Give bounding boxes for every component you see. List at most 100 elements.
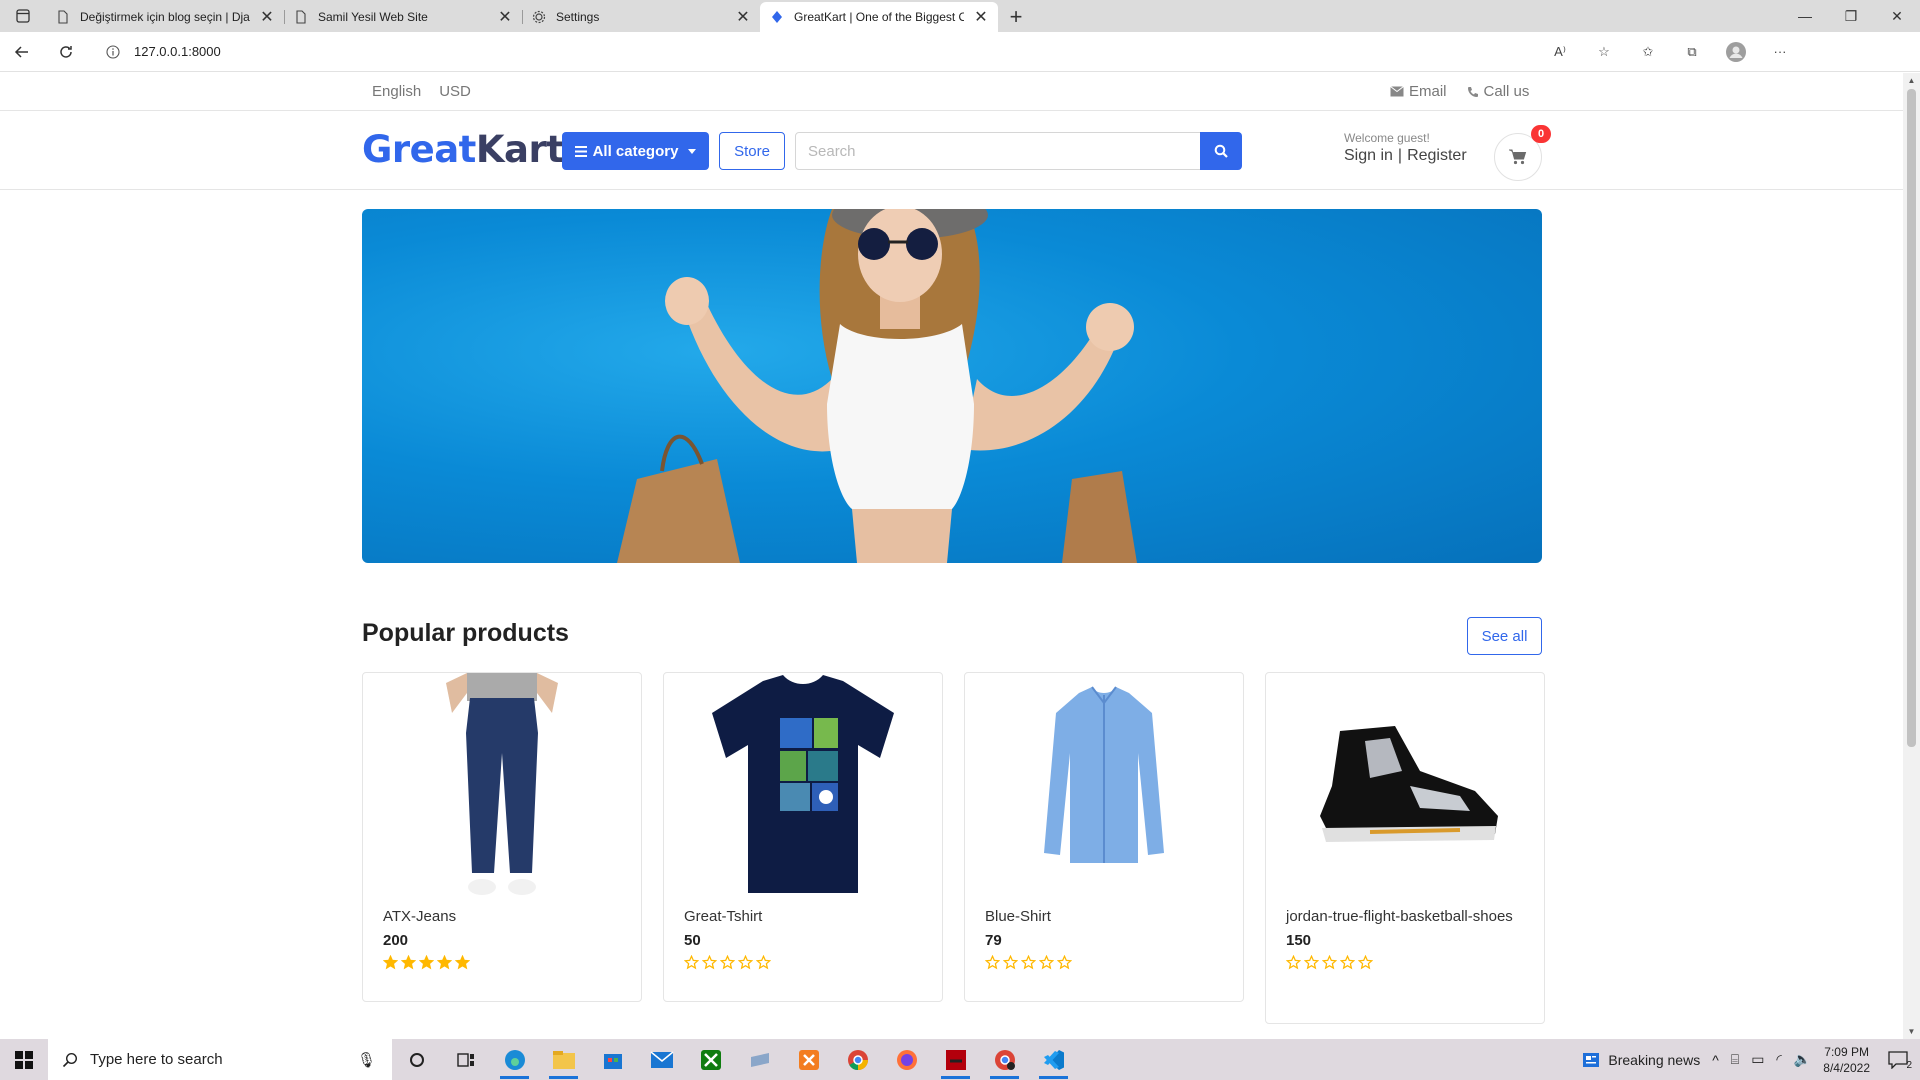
star-empty-icon [1057, 955, 1072, 970]
product-image[interactable] [363, 673, 641, 898]
product-image[interactable] [1266, 673, 1544, 898]
browser-tab[interactable]: Samil Yesil Web Site ✕ [284, 2, 522, 32]
arrow-left-icon [14, 45, 28, 58]
all-category-button[interactable]: All category [562, 132, 709, 170]
tab-title: Değiştirmek için blog seçin | Django [80, 10, 250, 24]
browser-tab[interactable]: Değiştirmek için blog seçin | Django ✕ [46, 2, 284, 32]
new-tab-button[interactable]: + [998, 2, 1034, 32]
volume-icon[interactable]: 🔈 [1794, 1051, 1811, 1068]
back-button[interactable] [0, 32, 44, 72]
language-selector[interactable]: English [372, 83, 421, 100]
star-empty-icon [1003, 955, 1018, 970]
profile-icon[interactable] [1714, 32, 1758, 72]
rating-stars [985, 955, 1223, 970]
product-image[interactable] [965, 673, 1243, 898]
product-card[interactable]: ATX-Jeans 200 [362, 672, 642, 1002]
product-name[interactable]: ATX-Jeans [383, 906, 621, 928]
wifi-icon[interactable]: ◜ [1776, 1051, 1781, 1068]
app-icon[interactable] [735, 1039, 784, 1080]
news-widget[interactable]: Breaking news [1582, 1052, 1700, 1068]
tab-title: GreatKart | One of the Biggest Online Sh… [794, 10, 964, 24]
restore-icon[interactable]: ❐ [1828, 0, 1874, 32]
scroll-up-icon[interactable]: ▲ [1907, 76, 1916, 85]
scroll-down-icon[interactable]: ▼ [1907, 1027, 1916, 1036]
product-image[interactable] [664, 673, 942, 898]
cortana-icon[interactable] [392, 1039, 441, 1080]
clock[interactable]: 7:09 PM 8/4/2022 [1823, 1044, 1870, 1076]
product-card[interactable]: Great-Tshirt 50 [663, 672, 943, 1002]
sign-in-link[interactable]: Sign in [1344, 147, 1393, 165]
close-icon[interactable]: ✕ [736, 7, 750, 27]
store-button[interactable]: Store [719, 132, 785, 170]
menu-icon [574, 145, 587, 157]
close-icon[interactable]: ✕ [498, 7, 512, 27]
filezilla-icon[interactable] [931, 1039, 980, 1080]
add-favorite-icon[interactable]: ☆ [1582, 32, 1626, 72]
chrome-profile-icon[interactable] [980, 1039, 1029, 1080]
firefox-icon[interactable] [882, 1039, 931, 1080]
product-name[interactable]: Great-Tshirt [684, 906, 922, 928]
close-icon[interactable]: ✕ [974, 7, 988, 27]
hero-banner[interactable] [362, 209, 1542, 563]
taskbar-search[interactable]: Type here to search 🎙 [48, 1039, 392, 1080]
collections-icon[interactable]: ⧉ [1670, 32, 1714, 72]
vscode-icon[interactable] [1029, 1039, 1078, 1080]
xbox-icon[interactable] [686, 1039, 735, 1080]
mail-icon[interactable] [637, 1039, 686, 1080]
start-button[interactable] [0, 1039, 48, 1080]
product-name[interactable]: jordan-true-flight-basketball-shoes [1286, 906, 1524, 928]
store-icon[interactable] [588, 1039, 637, 1080]
chrome-icon[interactable] [833, 1039, 882, 1080]
call-link[interactable]: Call us [1467, 83, 1530, 100]
shirt-image [1044, 686, 1164, 863]
search-input[interactable] [795, 132, 1201, 170]
product-price: 150 [1286, 932, 1312, 949]
task-view-icon[interactable] [441, 1039, 490, 1080]
read-aloud-icon[interactable]: A⁾ [1538, 32, 1582, 72]
close-icon[interactable]: ✕ [260, 7, 274, 27]
microphone-icon[interactable]: 🎙 [357, 1051, 376, 1069]
currency-selector[interactable]: USD [439, 83, 471, 100]
browser-tab-active[interactable]: GreatKart | One of the Biggest Online Sh… [760, 2, 998, 32]
star-empty-icon [1340, 955, 1355, 970]
file-explorer-icon[interactable] [539, 1039, 588, 1080]
star-empty-icon [738, 955, 753, 970]
envelope-icon [1390, 86, 1404, 97]
product-card[interactable]: Blue-Shirt 79 [964, 672, 1244, 1002]
site-logo[interactable]: GreatKart [362, 127, 564, 173]
register-link[interactable]: Register [1407, 147, 1467, 165]
windows-logo-icon [15, 1050, 33, 1069]
xampp-icon[interactable] [784, 1039, 833, 1080]
star-empty-icon [985, 955, 1000, 970]
battery-icon[interactable]: ▭ [1751, 1051, 1764, 1068]
reload-button[interactable] [44, 32, 88, 72]
chevron-up-icon[interactable]: ^ [1712, 1052, 1719, 1068]
reload-icon [60, 45, 72, 58]
scrollbar-thumb[interactable] [1907, 89, 1916, 747]
more-menu-icon[interactable]: ··· [1758, 32, 1802, 72]
star-filled-icon [455, 955, 470, 970]
minimize-icon[interactable]: — [1782, 0, 1828, 32]
tab-title: Settings [556, 10, 600, 24]
email-label: Email [1409, 83, 1447, 100]
network-icon[interactable]: ⌸ [1731, 1051, 1739, 1068]
close-window-icon[interactable]: ✕ [1874, 0, 1920, 32]
url-field[interactable]: 127.0.0.1:8000 A⁾ ☆ [96, 37, 1626, 67]
sneaker-image [1320, 725, 1498, 842]
site-header: GreatKart All category Store Welcome gue… [0, 111, 1903, 190]
product-name[interactable]: Blue-Shirt [985, 906, 1223, 928]
search-button[interactable] [1200, 132, 1242, 170]
caret-down-icon [688, 148, 697, 154]
edge-browser-icon[interactable] [490, 1039, 539, 1080]
product-card[interactable]: jordan-true-flight-basketball-shoes 150 [1265, 672, 1545, 1024]
favorites-icon[interactable]: ✩ [1626, 32, 1670, 72]
call-label: Call us [1483, 83, 1530, 100]
browser-tab-bar: Değiştirmek için blog seçin | Django ✕ S… [0, 0, 1920, 32]
site-favicon-icon [772, 11, 782, 23]
email-link[interactable]: Email [1390, 83, 1447, 100]
notification-center-icon[interactable]: 2 [1882, 1050, 1914, 1071]
tab-actions-button[interactable] [0, 0, 46, 32]
browser-tab[interactable]: Settings ✕ [522, 2, 760, 32]
page-scrollbar[interactable]: ▲ ▼ [1903, 73, 1920, 1039]
see-all-button[interactable]: See all [1467, 617, 1542, 655]
